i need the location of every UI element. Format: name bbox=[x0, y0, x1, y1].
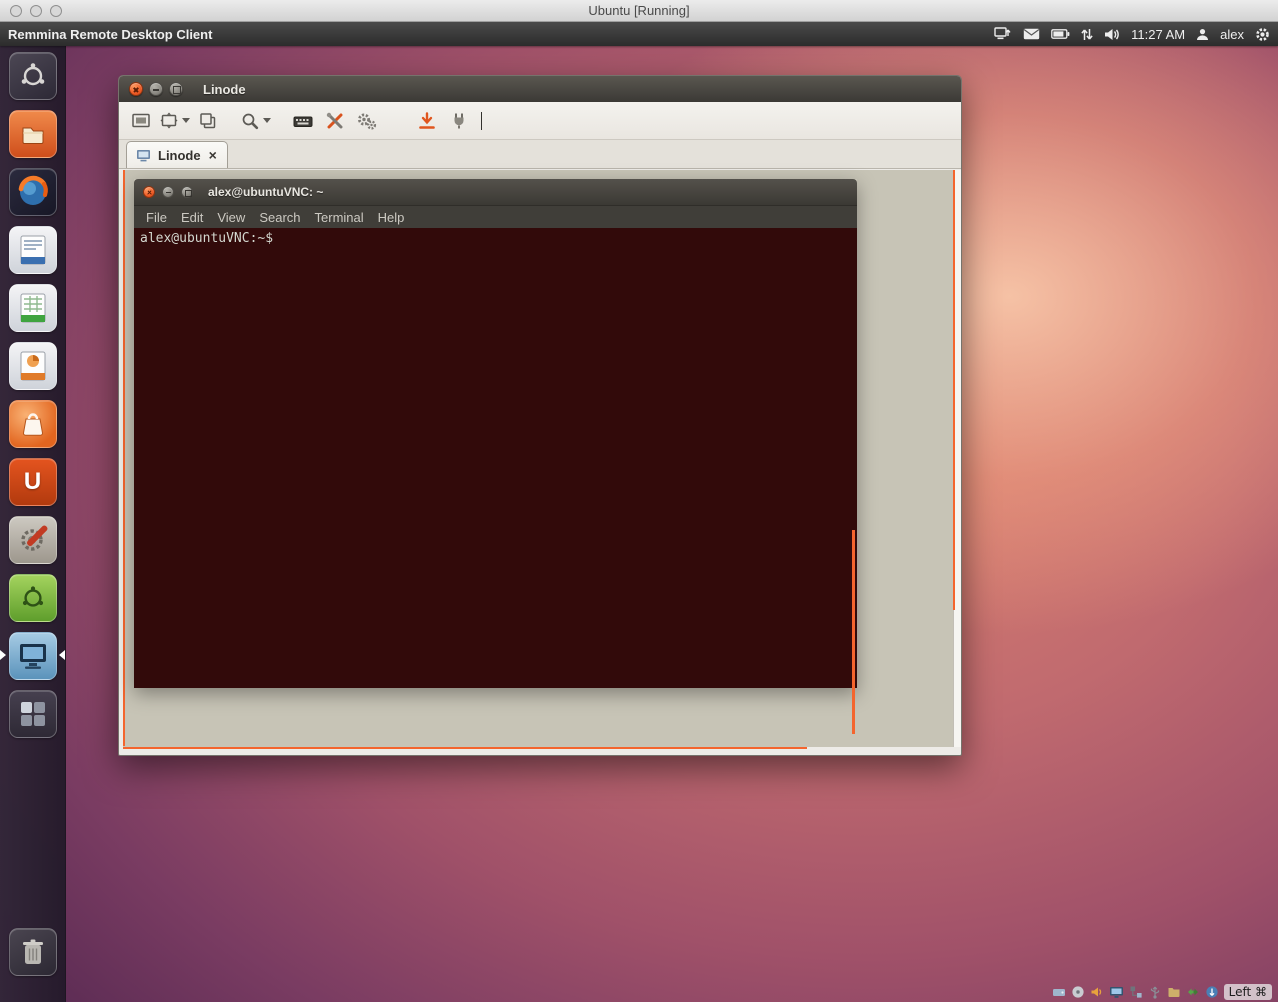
disconnect-button[interactable] bbox=[445, 107, 473, 135]
menu-file[interactable]: File bbox=[139, 210, 174, 225]
host-minimize-button[interactable] bbox=[30, 5, 42, 17]
vbox-statusbar: Left ⌘ bbox=[1052, 984, 1272, 1000]
firefox-icon[interactable] bbox=[9, 168, 57, 216]
user-menu-label[interactable]: alex bbox=[1220, 27, 1244, 42]
menu-help[interactable]: Help bbox=[371, 210, 412, 225]
terminal-right-edge-line bbox=[852, 530, 855, 734]
menu-view[interactable]: View bbox=[210, 210, 252, 225]
terminal-window-title: alex@ubuntuVNC: ~ bbox=[208, 185, 323, 199]
libreoffice-impress-icon[interactable] bbox=[9, 342, 57, 390]
window-close-button[interactable] bbox=[129, 82, 143, 96]
audio-icon[interactable] bbox=[1090, 985, 1104, 999]
tools-button[interactable] bbox=[321, 107, 349, 135]
launcher-focused-indicator bbox=[59, 650, 65, 660]
remmina-toolbar bbox=[119, 102, 961, 140]
mouse-icon[interactable] bbox=[1205, 985, 1219, 999]
libreoffice-writer-icon[interactable] bbox=[9, 226, 57, 274]
viewport-left-edge-line bbox=[123, 170, 125, 746]
host-zoom-button[interactable] bbox=[50, 5, 62, 17]
menu-search[interactable]: Search bbox=[252, 210, 307, 225]
terminal-maximize-button[interactable] bbox=[181, 186, 193, 198]
dash-home-icon[interactable] bbox=[9, 52, 57, 100]
mail-icon[interactable] bbox=[1023, 28, 1040, 40]
host-window-titlebar[interactable]: Ubuntu [Running] bbox=[0, 0, 1278, 22]
ubuntu-top-panel: Remmina Remote Desktop Client 11:27 AM a… bbox=[0, 22, 1278, 46]
screenshot-button[interactable] bbox=[413, 107, 441, 135]
shared-folders-icon[interactable] bbox=[1167, 986, 1181, 998]
viewport-right-edge-line bbox=[953, 170, 955, 610]
host-window-controls[interactable] bbox=[10, 5, 62, 17]
unity-launcher: U bbox=[0, 46, 66, 1002]
terminal-prompt: alex@ubuntuVNC:~$ bbox=[140, 231, 273, 246]
libreoffice-calc-icon[interactable] bbox=[9, 284, 57, 332]
connection-tab[interactable]: Linode × bbox=[126, 141, 228, 168]
launcher-running-indicator bbox=[0, 650, 6, 660]
clock-indicator[interactable]: 11:27 AM bbox=[1131, 27, 1185, 42]
terminal-minimize-button[interactable] bbox=[162, 186, 174, 198]
optical-icon[interactable] bbox=[1071, 985, 1085, 999]
trash-icon[interactable] bbox=[9, 928, 57, 976]
zoom-dropdown-caret[interactable] bbox=[263, 118, 271, 123]
network-icon[interactable] bbox=[994, 27, 1012, 41]
remmina-window: Linode bbox=[118, 75, 962, 756]
ubuntu-software-icon[interactable] bbox=[9, 574, 57, 622]
remmina-window-title: Linode bbox=[203, 82, 246, 97]
host-key-label: Left ⌘ bbox=[1224, 984, 1272, 1000]
features-icon[interactable] bbox=[1186, 985, 1200, 999]
host-close-button[interactable] bbox=[10, 5, 22, 17]
toolbar-text-caret bbox=[481, 112, 482, 130]
tab-close-button[interactable]: × bbox=[208, 148, 218, 162]
keyboard-grab-button[interactable] bbox=[289, 107, 317, 135]
terminal-window: alex@ubuntuVNC: ~ File Edit View Search … bbox=[134, 179, 857, 688]
window-minimize-button[interactable] bbox=[149, 82, 163, 96]
session-gear-icon[interactable] bbox=[1255, 27, 1270, 42]
terminal-titlebar[interactable]: alex@ubuntuVNC: ~ bbox=[134, 179, 857, 205]
virtualbox-guest-screen: Ubuntu [Running] Remmina Remote Desktop … bbox=[0, 0, 1278, 1002]
fullscreen-dropdown-caret[interactable] bbox=[182, 118, 190, 123]
gears-button[interactable] bbox=[353, 107, 381, 135]
zoom-button[interactable] bbox=[240, 107, 271, 135]
indicator-tray: 11:27 AM alex bbox=[994, 27, 1270, 42]
ubuntu-one-glyph: U bbox=[24, 470, 41, 494]
ubuntu-one-icon[interactable]: U bbox=[9, 458, 57, 506]
duplicate-connection-button[interactable] bbox=[194, 107, 222, 135]
files-icon[interactable] bbox=[9, 110, 57, 158]
display-icon[interactable] bbox=[1109, 985, 1124, 999]
workspace-switcher-icon[interactable] bbox=[9, 690, 57, 738]
volume-icon[interactable] bbox=[1104, 28, 1120, 41]
user-icon[interactable] bbox=[1196, 28, 1209, 41]
network-icon[interactable] bbox=[1129, 985, 1143, 999]
host-window-title: Ubuntu [Running] bbox=[0, 0, 1278, 21]
terminal-body[interactable]: alex@ubuntuVNC:~$ bbox=[134, 228, 857, 688]
terminal-close-button[interactable] bbox=[143, 186, 155, 198]
remmina-icon[interactable] bbox=[9, 632, 57, 680]
viewport-bottom-edge-line bbox=[123, 747, 807, 749]
window-maximize-button[interactable] bbox=[169, 82, 183, 96]
battery-icon[interactable] bbox=[1051, 29, 1070, 39]
remmina-tabbar: Linode × bbox=[119, 140, 961, 169]
scaled-mode-button[interactable] bbox=[127, 107, 155, 135]
active-app-title: Remmina Remote Desktop Client bbox=[8, 27, 212, 42]
system-settings-icon[interactable] bbox=[9, 516, 57, 564]
hdd-icon[interactable] bbox=[1052, 985, 1066, 999]
terminal-menubar: File Edit View Search Terminal Help bbox=[134, 205, 857, 228]
software-center-icon[interactable] bbox=[9, 400, 57, 448]
tab-label: Linode bbox=[158, 148, 201, 163]
menu-terminal[interactable]: Terminal bbox=[308, 210, 371, 225]
tab-connection-icon bbox=[136, 149, 151, 162]
fullscreen-button[interactable] bbox=[159, 107, 190, 135]
menu-edit[interactable]: Edit bbox=[174, 210, 210, 225]
usb-icon[interactable] bbox=[1148, 985, 1162, 999]
sync-arrows-icon[interactable] bbox=[1081, 28, 1093, 41]
remmina-titlebar[interactable]: Linode bbox=[119, 76, 961, 102]
